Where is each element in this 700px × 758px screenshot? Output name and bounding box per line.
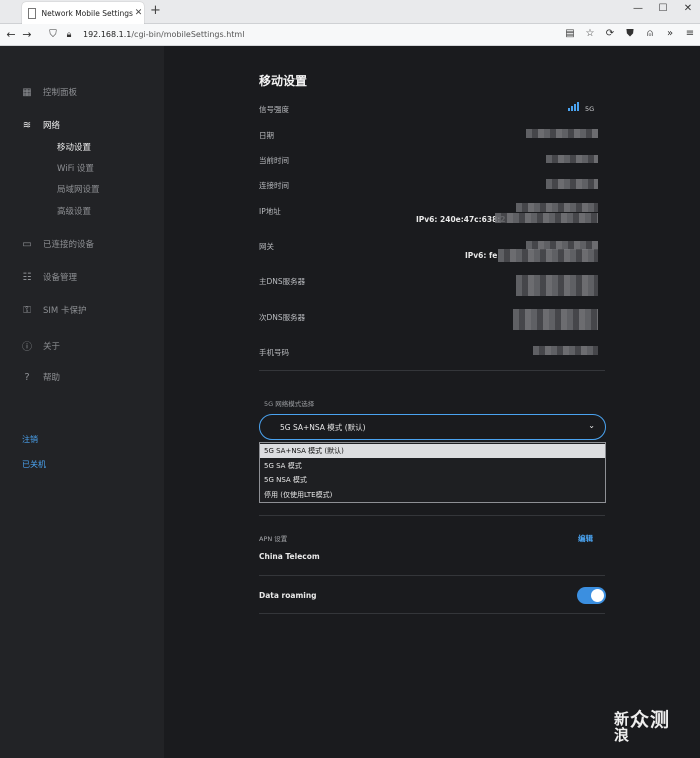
mode-option[interactable]: 停用 (仅使用LTE模式): [260, 488, 605, 502]
sidebar-subitem-wifi-settings[interactable]: WiFi 设置: [57, 162, 94, 174]
browser-tab[interactable]: Network Mobile Settings ✕: [22, 2, 144, 24]
lock-warning-icon[interactable]: 🔒︎: [61, 30, 77, 40]
sidebar-item-label: 网络: [43, 121, 61, 131]
close-window-button[interactable]: ✕: [680, 3, 696, 14]
ip-address-label: IP地址: [259, 207, 281, 216]
redacted-date: [526, 129, 598, 138]
sidebar-item-label: 控制面板: [43, 88, 78, 98]
page-icon: [28, 7, 36, 19]
chevron-down-icon: ⌄: [588, 421, 595, 430]
redacted-primary-dns: [516, 275, 598, 296]
page-title: 移动设置: [259, 74, 308, 88]
logout-link[interactable]: 注销: [22, 434, 38, 445]
back-icon[interactable]: ←: [3, 28, 19, 41]
connected-time-label: 连接时间: [259, 181, 289, 190]
data-roaming-label: Data roaming: [259, 591, 317, 600]
extensions-icon[interactable]: »: [660, 28, 680, 39]
ipv6-gateway: IPv6: fe: [465, 251, 498, 260]
menu-icon[interactable]: ≡: [680, 28, 700, 39]
info-icon: ⓘ: [22, 342, 32, 353]
watermark-text-2: 众测: [630, 709, 671, 731]
signal-type: 5G: [585, 105, 595, 113]
sidebar-subitem-advanced-settings[interactable]: 高级设置: [57, 205, 91, 217]
reader-view-icon[interactable]: ▤: [560, 28, 580, 39]
ipv6-address: IPv6: 240e:47c:638:2: [416, 215, 506, 224]
sync-icon[interactable]: ⟳: [600, 28, 620, 39]
redacted-ipv4: [516, 203, 598, 212]
secondary-dns-label: 次DNS服务器: [259, 313, 306, 322]
sidebar-item-network[interactable]: ≋ 网络: [20, 119, 61, 132]
divider: [259, 370, 605, 371]
url-host: 192.168.1.1: [83, 30, 132, 39]
help-icon: ?: [24, 371, 30, 383]
dashboard-icon: ▦: [22, 86, 32, 98]
lock-icon: ⚿: [23, 304, 31, 316]
minimize-button[interactable]: —: [630, 3, 646, 14]
forward-icon[interactable]: →: [19, 28, 35, 41]
sidebar-item-label: 已连接的设备: [43, 240, 95, 250]
redacted-gateway-ipv6: [498, 249, 598, 262]
sidebar-item-device-management[interactable]: ☷ 设备管理: [20, 271, 78, 284]
address-bar[interactable]: 192.168.1.1/cgi-bin/mobileSettings.html: [83, 30, 244, 39]
sidebar-item-help[interactable]: ? 帮助: [20, 371, 61, 384]
tab-close-icon[interactable]: ✕: [133, 8, 144, 18]
redacted-secondary-dns: [513, 309, 598, 330]
mode-option[interactable]: 5G SA+NSA 模式 (默认): [260, 444, 605, 458]
signal-bars-icon: [568, 102, 579, 111]
devices-icon: ▭: [22, 238, 32, 250]
divider: [259, 575, 605, 576]
sidebar-item-connected-devices[interactable]: ▭ 已连接的设备: [20, 238, 95, 251]
signal-strength-label: 信号强度: [259, 105, 289, 114]
maximize-button[interactable]: ☐: [655, 3, 671, 14]
bookmark-star-icon[interactable]: ☆: [580, 28, 600, 39]
toolbar-icons: ▤ ☆ ⟳ ⛊ ⍝ » ≡: [560, 28, 700, 39]
sidebar-subitem-mobile-settings[interactable]: 移动设置: [57, 141, 91, 153]
apn-value: China Telecom: [259, 552, 320, 561]
mode-option[interactable]: 5G SA 模式: [260, 459, 605, 473]
apn-settings-label: APN 设置: [259, 535, 288, 543]
account-icon[interactable]: ⍝: [640, 28, 660, 39]
wifi-icon: ≋: [22, 119, 32, 131]
watermark-logo: 新浪众测: [614, 709, 671, 744]
url-path: /cgi-bin/mobileSettings.html: [131, 30, 245, 39]
tab-title: Network Mobile Settings: [41, 8, 133, 18]
sidebar-item-sim-protection[interactable]: ⚿ SIM 卡保护: [20, 304, 87, 317]
settings-sliders-icon: ☷: [22, 271, 32, 283]
sidebar-item-dashboard[interactable]: ▦ 控制面板: [20, 86, 78, 99]
network-mode-select[interactable]: 5G SA+NSA 模式 (默认) ⌄: [259, 414, 606, 440]
browser-tab-bar: Network Mobile Settings ✕ + — ☐ ✕: [0, 0, 700, 24]
primary-dns-label: 主DNS服务器: [259, 277, 306, 286]
mode-option[interactable]: 5G NSA 模式: [260, 473, 605, 487]
network-mode-label: 5G 网络模式选择: [264, 400, 315, 408]
main-content: [164, 46, 700, 758]
apn-edit-button[interactable]: 编辑: [578, 533, 593, 544]
new-tab-button[interactable]: +: [150, 3, 161, 18]
sidebar-item-label: SIM 卡保护: [43, 306, 87, 316]
date-label: 日期: [259, 131, 274, 140]
redacted-current-time: [546, 155, 598, 163]
phone-number-label: 手机号码: [259, 348, 289, 357]
watermark-text-1: 新浪: [614, 710, 631, 744]
sidebar-subitem-lan-settings[interactable]: 局域网设置: [57, 183, 100, 195]
network-mode-value: 5G SA+NSA 模式 (默认): [280, 422, 366, 432]
shutdown-link[interactable]: 已关机: [22, 459, 46, 470]
network-mode-dropdown: 5G SA+NSA 模式 (默认) 5G SA 模式 5G NSA 模式 停用 …: [259, 442, 606, 503]
gateway-label: 网关: [259, 242, 274, 251]
current-time-label: 当前时间: [259, 156, 289, 165]
redacted-phone-number: [533, 346, 598, 355]
redacted-ipv6: [495, 213, 598, 223]
sidebar-item-label: 帮助: [43, 373, 61, 383]
shield-icon[interactable]: ⛉: [45, 29, 61, 40]
sidebar-item-label: 关于: [43, 341, 61, 352]
toggle-knob: [591, 589, 604, 602]
sidebar-item-about[interactable]: ⓘ 关于: [20, 338, 61, 354]
sidebar-item-label: 设备管理: [43, 273, 78, 283]
divider: [259, 515, 605, 516]
pocket-icon[interactable]: ⛊: [620, 28, 640, 39]
browser-toolbar: ← → ⛉ 🔒︎ 192.168.1.1/cgi-bin/mobileSetti…: [0, 24, 700, 46]
data-roaming-toggle[interactable]: [577, 587, 606, 604]
divider: [259, 613, 605, 614]
redacted-connected-time: [546, 179, 598, 189]
